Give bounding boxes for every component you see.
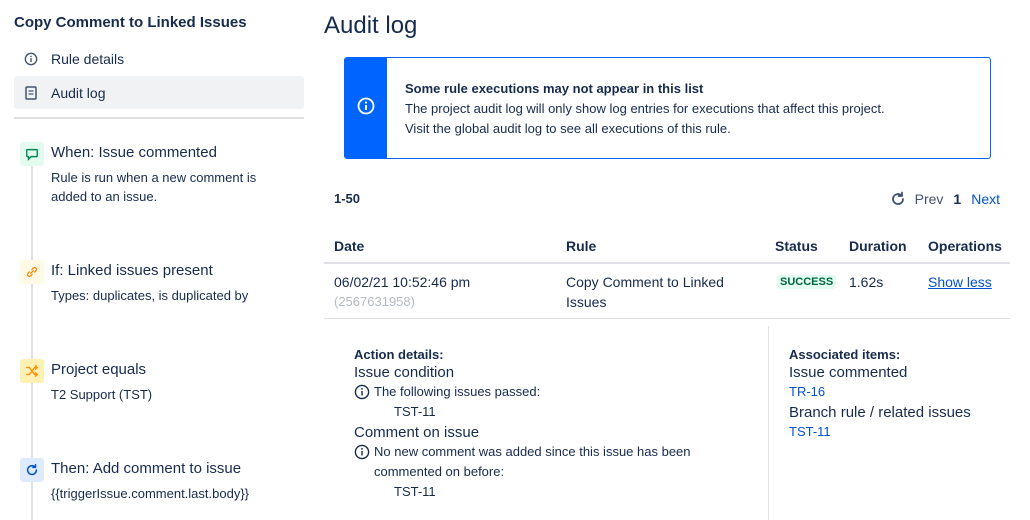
document-icon bbox=[22, 84, 40, 102]
sidebar: Copy Comment to Linked Issues Rule detai… bbox=[0, 0, 310, 520]
link-icon bbox=[20, 260, 44, 284]
component-title: Then: Add comment to issue bbox=[51, 460, 242, 477]
action-message: The following issues passed: bbox=[354, 382, 734, 402]
prev-page-button[interactable]: Prev bbox=[915, 191, 944, 207]
row-rule: Copy Comment to Linked Issues bbox=[566, 274, 724, 310]
associated-heading: Issue commented bbox=[789, 364, 908, 381]
info-icon bbox=[357, 97, 375, 120]
divider bbox=[768, 326, 769, 520]
nav-rule-details[interactable]: Rule details bbox=[14, 42, 304, 75]
row-execution-id: (2567631958) bbox=[334, 294, 415, 309]
column-header-date: Date bbox=[334, 238, 365, 254]
banner-text: Visit the global audit log to see all ex… bbox=[405, 121, 731, 136]
component-title: If: Linked issues present bbox=[51, 262, 213, 279]
next-page-button[interactable]: Next bbox=[971, 191, 1000, 207]
row-date: 06/02/21 10:52:46 pm bbox=[334, 274, 471, 290]
component-title: Project equals bbox=[51, 361, 147, 378]
action-message: No new comment was added since this issu… bbox=[354, 442, 734, 482]
component-description: Types: duplicates, is duplicated by bbox=[51, 288, 249, 303]
refresh-icon[interactable] bbox=[889, 190, 907, 208]
associated-items-label: Associated items: bbox=[789, 347, 901, 362]
column-header-status: Status bbox=[775, 238, 818, 254]
result-range: 1-50 bbox=[334, 191, 361, 206]
action-heading: Issue condition bbox=[354, 364, 455, 381]
banner-title: Some rule executions may not appear in t… bbox=[405, 81, 704, 96]
action-message-text: The following issues passed: bbox=[374, 384, 541, 399]
pagination: Prev 1 Next bbox=[889, 190, 1000, 208]
show-less-link[interactable]: Show less bbox=[928, 272, 992, 292]
issue-key: TST-11 bbox=[394, 404, 436, 419]
component-description: Rule is run when a new comment is added … bbox=[51, 170, 257, 204]
issue-link-tr-16[interactable]: TR-16 bbox=[789, 384, 825, 399]
refresh-icon bbox=[20, 458, 44, 482]
banner-text: The project audit log will only show log… bbox=[405, 101, 885, 116]
component-condition-linked[interactable]: If: Linked issues present Types: duplica… bbox=[20, 260, 305, 310]
component-condition-project[interactable]: Project equals T2 Support (TST) bbox=[20, 359, 305, 409]
nav-label: Rule details bbox=[51, 50, 125, 67]
divider bbox=[324, 318, 1010, 319]
divider bbox=[14, 117, 304, 119]
component-title: When: Issue commented bbox=[51, 144, 217, 161]
row-duration: 1.62s bbox=[849, 274, 884, 290]
column-header-rule: Rule bbox=[566, 238, 597, 254]
rule-title: Copy Comment to Linked Issues bbox=[14, 14, 247, 31]
component-trigger[interactable]: When: Issue commented Rule is run when a… bbox=[20, 142, 305, 212]
info-banner: Some rule executions may not appear in t… bbox=[344, 57, 991, 159]
issue-key: TST-11 bbox=[394, 484, 436, 499]
associated-heading: Branch rule / related issues bbox=[789, 404, 971, 421]
status-badge: SUCCESS bbox=[777, 275, 837, 289]
comment-icon bbox=[20, 142, 44, 166]
current-page[interactable]: 1 bbox=[953, 191, 961, 207]
component-description: {{triggerIssue.comment.last.body}} bbox=[51, 486, 250, 501]
info-icon bbox=[354, 384, 370, 400]
action-heading: Comment on issue bbox=[354, 424, 480, 441]
shuffle-icon bbox=[20, 359, 44, 383]
banner-strip bbox=[345, 58, 387, 158]
component-description: T2 Support (TST) bbox=[51, 387, 153, 402]
info-icon bbox=[354, 444, 370, 460]
nav-label: Audit log bbox=[51, 84, 106, 101]
column-header-duration: Duration bbox=[849, 238, 907, 254]
action-message-text: No new comment was added since this issu… bbox=[374, 444, 691, 479]
column-header-operations: Operations bbox=[928, 238, 1002, 254]
issue-link-tst-11[interactable]: TST-11 bbox=[789, 424, 831, 439]
action-details-label: Action details: bbox=[354, 347, 444, 362]
info-icon bbox=[22, 50, 40, 68]
component-action[interactable]: Then: Add comment to issue {{triggerIssu… bbox=[20, 458, 305, 508]
divider bbox=[324, 262, 1010, 264]
page-title: Audit log bbox=[324, 12, 418, 39]
nav-audit-log[interactable]: Audit log bbox=[14, 76, 304, 109]
